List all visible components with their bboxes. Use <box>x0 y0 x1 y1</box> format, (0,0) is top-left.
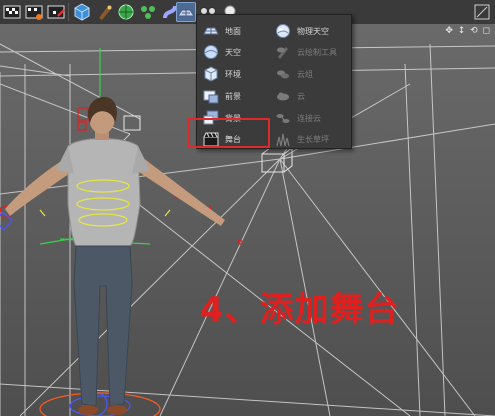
menu-item-label: 物理天空 <box>297 26 329 36</box>
c4d-screen: ✥ ↕ ⟲ ◻ 地面 天空 环境 前景 背景 舞台 物理天空 云绘制工具 云组 … <box>0 0 495 416</box>
viewport-nav-icons[interactable]: ✥ ↕ ⟲ ◻ <box>445 26 491 36</box>
pen-spline-icon[interactable] <box>94 2 114 22</box>
stage-highlight-box <box>188 118 270 148</box>
environment-icon <box>203 66 219 82</box>
edit-render-settings-icon[interactable] <box>46 2 66 22</box>
menu-item-label: 生长草坪 <box>297 134 329 144</box>
menu-item-environment[interactable]: 环境 <box>203 64 241 84</box>
menu-item-sky[interactable]: 天空 <box>203 42 241 62</box>
menu-item-label: 天空 <box>225 47 241 57</box>
menu-item-connect-clouds[interactable]: 连接云 <box>275 108 321 128</box>
menu-item-label: 前景 <box>225 91 241 101</box>
physical-sky-icon <box>275 23 291 39</box>
cloud-paint-tool-icon <box>275 44 291 60</box>
menu-item-foreground[interactable]: 前景 <box>203 86 241 106</box>
step-annotation: 4、添加舞台 <box>200 290 400 330</box>
floor-icon <box>203 23 219 39</box>
menu-item-cloud[interactable]: 云 <box>275 86 305 106</box>
toolbar-separator <box>68 3 69 21</box>
render-active-view-icon[interactable] <box>24 2 44 22</box>
menu-item-label: 云组 <box>297 69 313 79</box>
cube-primitive-icon[interactable] <box>72 2 92 22</box>
menu-item-cloud-group[interactable]: 云组 <box>275 64 313 84</box>
menu-item-label: 地面 <box>225 26 241 36</box>
connect-clouds-icon <box>275 110 291 126</box>
menu-item-grow-grass[interactable]: 生长草坪 <box>275 129 329 149</box>
menu-item-floor[interactable]: 地面 <box>203 21 241 41</box>
array-cloner-icon[interactable] <box>138 2 158 22</box>
nurbs-subdivision-icon[interactable] <box>116 2 136 22</box>
menu-item-label: 云 <box>297 91 305 101</box>
cloud-icon <box>275 88 291 104</box>
viewport-layout-icon[interactable] <box>472 2 492 22</box>
grow-grass-icon <box>275 131 291 147</box>
sky-icon <box>203 44 219 60</box>
menu-item-label: 环境 <box>225 69 241 79</box>
foreground-icon <box>203 88 219 104</box>
menu-item-label: 连接云 <box>297 113 321 123</box>
menu-item-label: 云绘制工具 <box>297 47 337 57</box>
environment-floor-icon[interactable] <box>176 2 196 22</box>
render-picture-viewer-icon[interactable] <box>2 2 22 22</box>
menu-item-physical-sky[interactable]: 物理天空 <box>275 21 329 41</box>
cloud-group-icon <box>275 66 291 82</box>
menu-item-cloud-paint-tool[interactable]: 云绘制工具 <box>275 42 337 62</box>
